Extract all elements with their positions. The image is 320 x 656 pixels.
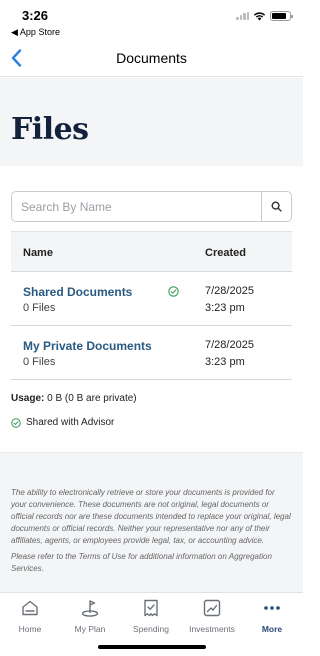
usage-value: 0 B (0 B are private) — [47, 393, 137, 404]
tab-label: Spending — [133, 624, 169, 634]
status-icons — [236, 11, 293, 21]
created-time: 3:23 pm — [205, 356, 245, 368]
home-indicator[interactable] — [98, 645, 206, 649]
table-header: Name Created — [11, 231, 292, 272]
shared-legend: Shared with Advisor — [11, 417, 114, 428]
folder-name-link[interactable]: My Private Documents — [23, 339, 152, 353]
storage-usage: Usage: 0 B (0 B are private) — [11, 393, 137, 404]
column-header-name[interactable]: Name — [23, 247, 53, 259]
tab-spending[interactable]: Spending — [121, 597, 181, 634]
more-icon — [264, 606, 280, 610]
shared-check-icon — [168, 284, 179, 302]
disclaimer: The ability to electronically retrieve o… — [0, 452, 303, 592]
spending-icon — [144, 599, 158, 617]
file-count: 0 Files — [23, 302, 56, 314]
tab-more[interactable]: More — [242, 597, 302, 634]
signal-icon — [236, 12, 249, 20]
folder-name-link[interactable]: Shared Documents — [23, 285, 132, 299]
usage-label: Usage: — [11, 393, 45, 404]
battery-icon — [270, 11, 293, 21]
tab-label: Home — [18, 624, 42, 634]
created-date: 7/28/2025 — [205, 339, 254, 351]
tab-home[interactable]: Home — [0, 597, 60, 634]
nav-header: Documents — [0, 40, 303, 77]
tab-label: More — [261, 624, 283, 634]
plan-icon — [81, 600, 99, 617]
files-heading: Files — [11, 112, 89, 147]
home-icon — [22, 600, 38, 616]
status-time: 3:26 — [22, 8, 49, 23]
column-header-created[interactable]: Created — [205, 247, 246, 259]
file-count: 0 Files — [23, 356, 56, 368]
created-time: 3:23 pm — [205, 302, 245, 314]
wifi-icon — [253, 12, 266, 21]
tab-my-plan[interactable]: My Plan — [60, 597, 120, 634]
shared-check-icon — [11, 417, 21, 428]
search-icon — [271, 201, 282, 212]
investments-icon — [203, 599, 221, 617]
documents-table: Name Created Shared Documents 0 Files 7/… — [11, 231, 292, 380]
files-hero: Files — [0, 78, 303, 166]
search-bar — [11, 191, 292, 222]
terms-text: Please refer to the Terms of Use for add… — [11, 552, 272, 573]
search-button[interactable] — [261, 192, 291, 221]
search-input[interactable] — [12, 192, 261, 221]
page-title: Documents — [116, 50, 187, 66]
tab-label: Investments — [189, 624, 235, 634]
tab-label: My Plan — [74, 624, 106, 634]
status-bar: 3:26 ◀ App Store — [0, 0, 303, 40]
tab-investments[interactable]: Investments — [182, 597, 242, 634]
created-date: 7/28/2025 — [205, 285, 254, 297]
table-row[interactable]: Shared Documents 0 Files 7/28/2025 3:23 … — [11, 272, 292, 326]
legend-label: Shared with Advisor — [26, 417, 115, 428]
disclaimer-text: The ability to electronically retrieve o… — [11, 488, 291, 545]
table-row[interactable]: My Private Documents 0 Files 7/28/2025 3… — [11, 326, 292, 380]
back-to-app-store[interactable]: ◀ App Store — [11, 27, 60, 38]
